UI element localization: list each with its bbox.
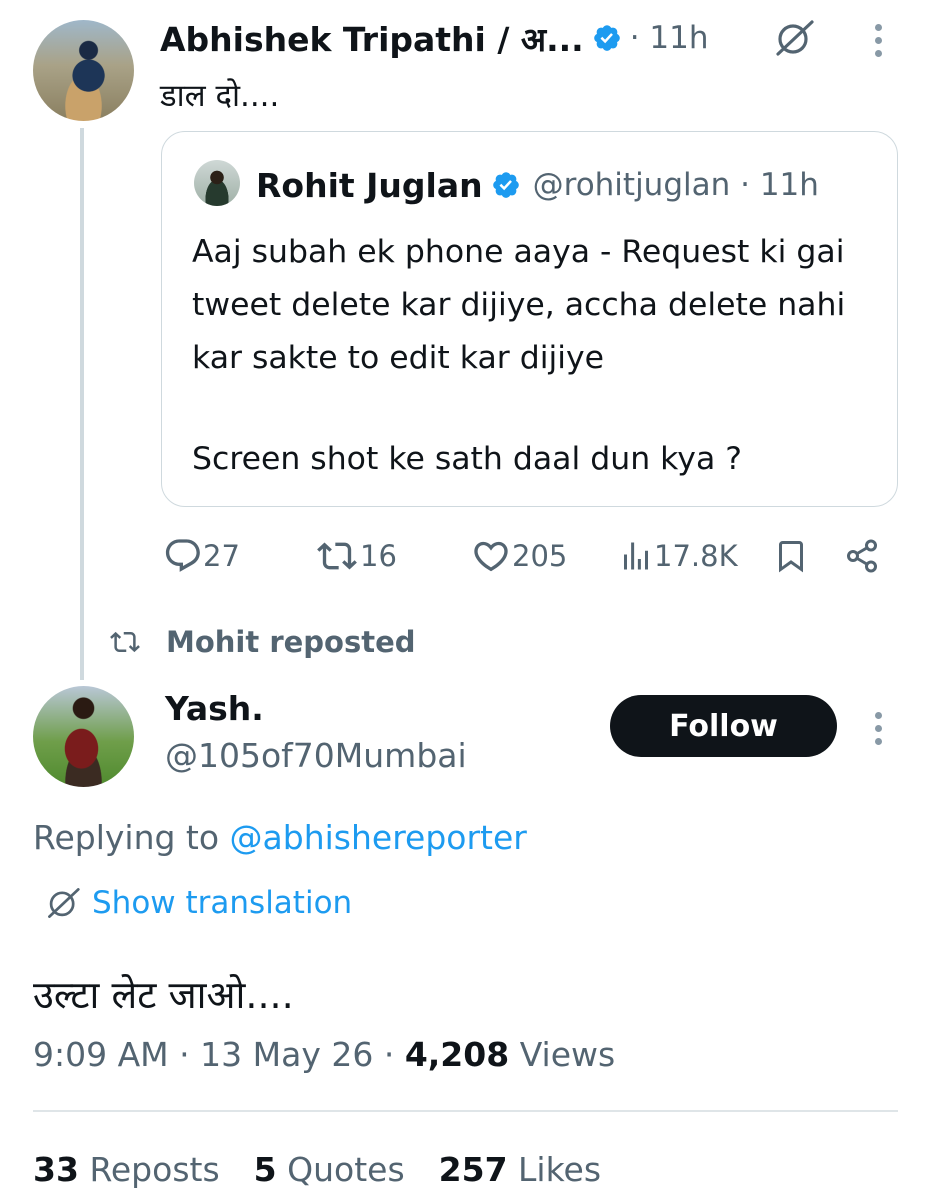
repost-banner-text: Mohit reposted xyxy=(166,625,416,659)
tweet-meta-line: 9:09 AM · 13 May 26 · 4,208 Views xyxy=(33,1035,616,1074)
repost-banner[interactable]: Mohit reposted xyxy=(108,625,416,659)
quoted-author-avatar[interactable] xyxy=(194,160,240,206)
likes-total: 257 xyxy=(438,1150,508,1189)
quotes-total: 5 xyxy=(253,1150,277,1189)
replying-to-prefix: Replying to xyxy=(33,818,230,857)
quoted-tweet-paragraph: Aaj subah ek phone aaya - Request ki gai… xyxy=(192,234,846,376)
likes-label: Likes xyxy=(518,1150,602,1189)
bookmark-button[interactable] xyxy=(773,536,809,576)
parent-author-name[interactable]: Abhishek Tripathi / अ... xyxy=(160,16,584,61)
like-button[interactable]: 205 xyxy=(470,536,567,576)
repost-count: 16 xyxy=(360,539,397,573)
share-icon xyxy=(847,539,877,573)
reply-icon xyxy=(165,539,200,572)
replying-to-mention[interactable]: @abhishereporter xyxy=(230,818,527,857)
translate-icon xyxy=(48,888,80,918)
verified-badge-icon xyxy=(593,25,620,51)
like-count: 205 xyxy=(512,539,568,573)
quotes-label: Quotes xyxy=(287,1150,405,1189)
likes-stat[interactable]: 257 Likes xyxy=(439,1150,601,1189)
main-tweet-text: उल्टा लेट जाओ.... xyxy=(33,973,294,1017)
tweet-time[interactable]: 9:09 AM xyxy=(33,1035,169,1074)
views-count: 17.8K xyxy=(654,539,738,573)
show-translation-label: Show translation xyxy=(92,885,353,921)
views-button[interactable]: 17.8K xyxy=(618,536,738,576)
verified-badge-icon xyxy=(492,172,519,198)
bookmark-icon xyxy=(779,541,803,573)
quotes-stat[interactable]: 5 Quotes xyxy=(254,1150,405,1189)
repost-button[interactable]: 16 xyxy=(314,536,397,576)
parent-tweet-time: · 11h xyxy=(629,20,709,56)
more-options-icon[interactable] xyxy=(873,24,883,57)
quoted-handle-time: @rohitjuglan · 11h xyxy=(532,167,819,203)
thread-connector-line xyxy=(80,128,84,680)
reposts-total: 33 xyxy=(33,1150,79,1189)
more-options-icon[interactable] xyxy=(873,712,883,745)
main-author-avatar[interactable] xyxy=(33,686,134,787)
main-author-name[interactable]: Yash. xyxy=(165,689,264,728)
reposts-stat[interactable]: 33 Reposts xyxy=(33,1150,220,1189)
quoted-tweet-text: Aaj subah ek phone aaya - Request ki gai… xyxy=(192,226,872,486)
reposts-label: Reposts xyxy=(89,1150,220,1189)
quoted-author-line: Rohit Juglan @rohitjuglan · 11h xyxy=(256,160,819,210)
views-chart-icon xyxy=(624,542,648,570)
main-author-handle[interactable]: @105of70Mumbai xyxy=(165,736,467,775)
quoted-tweet-paragraph: Screen shot ke sath daal dun kya ? xyxy=(192,441,742,477)
parent-author-avatar[interactable] xyxy=(33,20,134,121)
follow-button[interactable]: Follow xyxy=(610,695,837,757)
quoted-author-name[interactable]: Rohit Juglan xyxy=(256,166,483,205)
repost-icon xyxy=(110,631,140,653)
parent-author-line: Abhishek Tripathi / अ... · 11h xyxy=(160,14,709,62)
replying-to-line: Replying to @abhishereporter xyxy=(33,818,527,857)
parent-tweet-text: डाल दो.... xyxy=(160,78,280,114)
heart-icon xyxy=(474,541,508,572)
share-button[interactable] xyxy=(844,536,880,576)
views-label: Views xyxy=(519,1035,616,1074)
show-translation-link[interactable]: Show translation xyxy=(44,885,352,921)
repost-icon xyxy=(317,542,357,570)
divider xyxy=(33,1110,898,1112)
reply-count: 27 xyxy=(203,539,240,573)
views-total: 4,208 xyxy=(404,1035,510,1074)
translate-icon[interactable] xyxy=(772,18,816,58)
tweet-date[interactable]: 13 May 26 xyxy=(200,1035,373,1074)
engagement-stats: 33 Reposts 5 Quotes 257 Likes xyxy=(33,1150,601,1189)
reply-button[interactable]: 27 xyxy=(163,536,240,576)
